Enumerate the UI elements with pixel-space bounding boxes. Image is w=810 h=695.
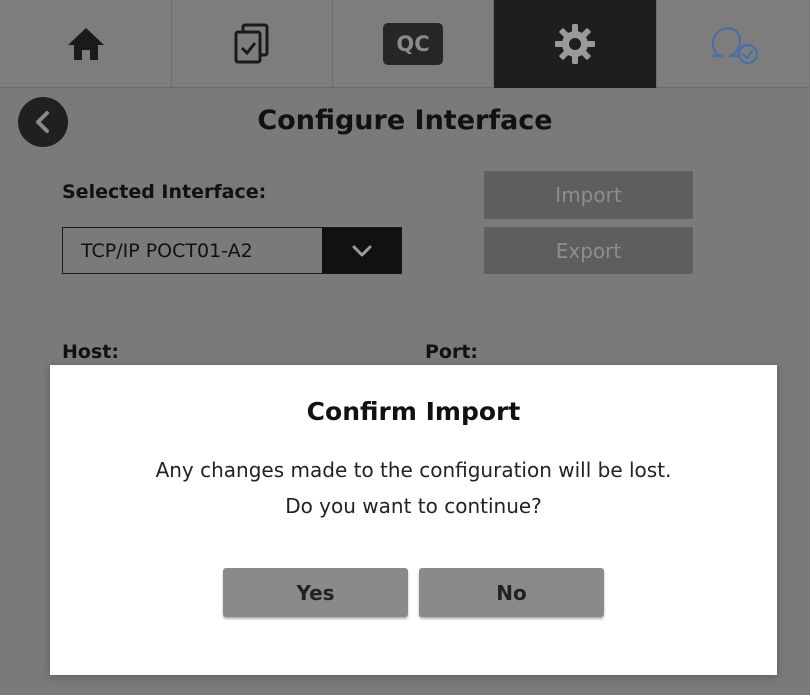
no-button[interactable]: No [419,568,604,617]
dialog-title: Confirm Import [306,397,521,426]
top-nav: QC [0,0,810,88]
yes-button[interactable]: Yes [223,568,408,617]
dropdown-button[interactable] [322,228,401,273]
tab-home[interactable] [0,0,172,88]
home-icon [67,28,104,60]
tab-settings[interactable] [494,0,657,88]
selected-interface-label: Selected Interface: [62,181,267,203]
export-button[interactable]: Export [484,227,693,274]
chevron-down-icon [352,245,371,256]
interface-select[interactable]: TCP/IP POCT01-A2 [62,227,402,274]
tab-user[interactable] [657,0,810,88]
checklist-icon [234,23,269,64]
host-label: Host: [62,341,119,363]
port-label: Port: [425,341,479,363]
dialog-message-line2: Do you want to continue? [285,494,542,518]
interface-select-value: TCP/IP POCT01-A2 [63,228,322,273]
confirm-import-dialog: Confirm Import Any changes made to the c… [50,365,777,675]
user-check-icon [710,27,758,65]
page-title: Configure Interface [257,105,553,136]
qc-icon: QC [383,23,443,65]
gear-icon [555,24,595,64]
dialog-message-line1: Any changes made to the configuration wi… [155,458,672,482]
tab-tasks[interactable] [172,0,333,88]
tab-qc[interactable]: QC [333,0,494,88]
import-button[interactable]: Import [484,171,693,219]
